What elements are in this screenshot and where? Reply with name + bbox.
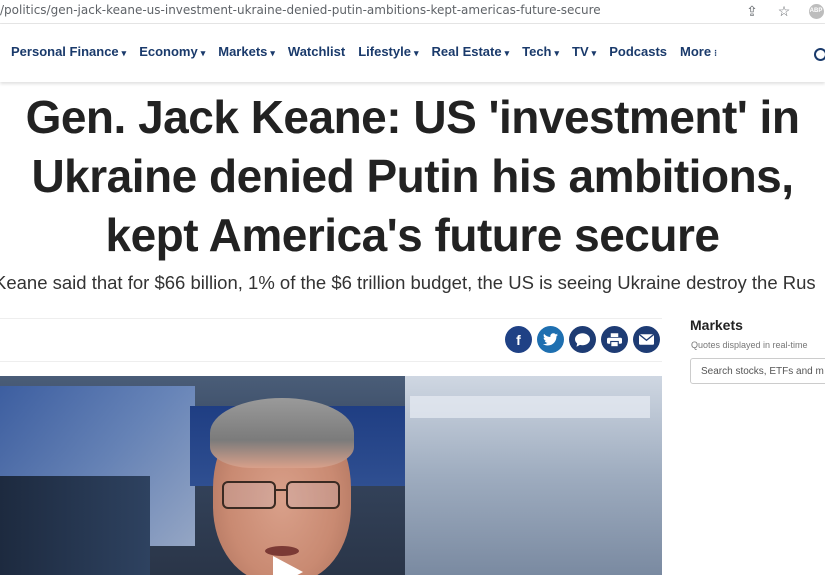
email-icon[interactable] <box>633 326 660 353</box>
nav-item-lifestyle[interactable]: Lifestyle ▾ <box>358 44 418 59</box>
adblock-extension-icon[interactable]: ABP <box>807 2 825 20</box>
chevron-down-icon: ▾ <box>413 48 419 58</box>
nav-menu: Personal Finance ▾ Economy ▾ Markets ▾ Watc… <box>11 44 730 59</box>
site-nav: Personal Finance ▾ Economy ▾ Markets ▾ Watc… <box>0 24 825 82</box>
article-video-player[interactable] <box>0 376 662 575</box>
chevron-down-icon: ▾ <box>200 48 206 58</box>
facebook-icon[interactable]: f <box>505 326 532 353</box>
url-text[interactable]: /politics/gen-jack-keane-us-investment-u… <box>0 3 601 17</box>
search-icon[interactable] <box>814 48 825 61</box>
browser-address-bar[interactable]: /politics/gen-jack-keane-us-investment-u… <box>0 0 825 24</box>
chevron-down-icon: ▾ <box>504 48 510 58</box>
nav-item-tv[interactable]: TV ▾ <box>572 44 596 59</box>
video-studio-panel <box>410 396 650 418</box>
bookmark-star-icon[interactable]: ☆ <box>775 2 793 20</box>
nav-item-markets[interactable]: Markets ▾ <box>218 44 275 59</box>
comment-icon[interactable] <box>569 326 596 353</box>
glasses-bridge <box>274 489 286 491</box>
glasses-lens <box>286 481 340 509</box>
share-page-icon[interactable]: ⇪ <box>743 2 761 20</box>
chevron-down-icon: ▾ <box>554 48 560 58</box>
twitter-icon[interactable] <box>537 326 564 353</box>
nav-item-real-estate[interactable]: Real Estate ▾ <box>432 44 510 59</box>
play-icon[interactable] <box>273 556 303 588</box>
share-icons: f <box>505 326 660 353</box>
speaker-glasses <box>222 481 342 509</box>
nav-item-podcasts[interactable]: Podcasts <box>609 44 667 59</box>
nav-item-more[interactable]: More ⁝ <box>680 44 717 59</box>
chevron-down-icon: ▾ <box>591 48 597 58</box>
markets-subtitle: Quotes displayed in real-time <box>691 340 808 350</box>
chevron-down-icon: ▾ <box>270 48 275 58</box>
more-dots-icon: ⁝ <box>714 48 717 58</box>
speaker-mouth <box>265 546 299 556</box>
browser-toolbar-icons: ⇪ ☆ ABP <box>743 2 825 20</box>
markets-search-input[interactable] <box>690 358 825 384</box>
article-headline: Gen. Jack Keane: US 'investment' in Ukra… <box>25 91 800 261</box>
share-bar: f <box>0 318 662 362</box>
markets-title: Markets <box>690 317 743 333</box>
article-subheadline: Keane said that for $66 billion, 1% of t… <box>0 272 816 293</box>
nav-item-tech[interactable]: Tech ▾ <box>522 44 559 59</box>
glasses-lens <box>222 481 276 509</box>
print-icon[interactable] <box>601 326 628 353</box>
nav-item-watchlist[interactable]: Watchlist <box>288 44 345 59</box>
nav-item-economy[interactable]: Economy ▾ <box>139 44 205 59</box>
nav-item-personal-finance[interactable]: Personal Finance ▾ <box>11 44 126 59</box>
chevron-down-icon: ▾ <box>121 48 127 58</box>
video-studio-panel <box>0 476 150 575</box>
speaker-hair <box>210 398 354 468</box>
